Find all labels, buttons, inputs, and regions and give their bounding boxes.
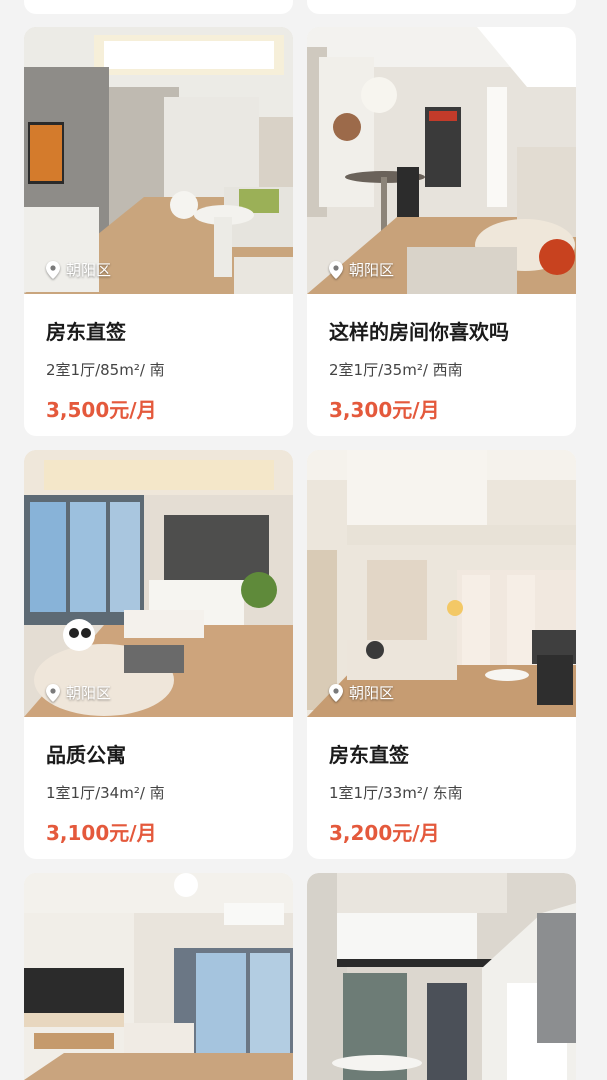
listing-photo[interactable] <box>24 873 293 1080</box>
listing-specs: 1室1厅/34m²/ 南 <box>46 784 165 802</box>
listing-photo[interactable]: 朝阳区 <box>307 450 576 717</box>
listing-price: 3,500元/月 <box>46 398 157 422</box>
listing-title: 这样的房间你喜欢吗 <box>329 320 509 344</box>
district-label: 朝阳区 <box>349 684 395 702</box>
listing-specs: 1室1厅/33m²/ 东南 <box>329 784 463 802</box>
listing-price: 3,300元/月 <box>329 398 440 422</box>
listing-title: 房东直签 <box>46 320 126 344</box>
listing-card-partial[interactable] <box>307 0 576 14</box>
location-tag: 朝阳区 <box>329 682 394 703</box>
listing-price: 3,200元/月 <box>329 821 440 845</box>
listing-photo[interactable] <box>307 873 576 1080</box>
listing-card[interactable]: 朝阳区 这样的房间你喜欢吗 2室1厅/35m²/ 西南 3,300元/月 <box>307 27 576 436</box>
district-label: 朝阳区 <box>349 261 395 279</box>
listing-specs: 2室1厅/85m²/ 南 <box>46 361 165 379</box>
listing-title: 品质公寓 <box>46 743 126 767</box>
location-pin-icon <box>46 260 60 279</box>
listing-title: 房东直签 <box>329 743 409 767</box>
district-label: 朝阳区 <box>66 261 112 279</box>
location-pin-icon <box>46 683 60 702</box>
listing-card[interactable] <box>24 873 293 1080</box>
listing-photo[interactable]: 朝阳区 <box>307 27 576 294</box>
location-pin-icon <box>329 683 343 702</box>
location-pin-icon <box>329 260 343 279</box>
location-tag: 朝阳区 <box>329 259 394 280</box>
listing-photo[interactable]: 朝阳区 <box>24 450 293 717</box>
location-tag: 朝阳区 <box>46 259 111 280</box>
listing-card[interactable] <box>307 873 576 1080</box>
listing-card-partial[interactable] <box>24 0 293 14</box>
listing-price: 3,100元/月 <box>46 821 157 845</box>
listing-photo[interactable]: 朝阳区 <box>24 27 293 294</box>
listing-card[interactable]: 朝阳区 房东直签 2室1厅/85m²/ 南 3,500元/月 <box>24 27 293 436</box>
listing-card[interactable]: 朝阳区 房东直签 1室1厅/33m²/ 东南 3,200元/月 <box>307 450 576 859</box>
location-tag: 朝阳区 <box>46 682 111 703</box>
listing-grid: 朝阳区 房东直签 2室1厅/85m²/ 南 3,500元/月 朝阳区 这样的房间… <box>0 0 607 1080</box>
listing-card[interactable]: 朝阳区 品质公寓 1室1厅/34m²/ 南 3,100元/月 <box>24 450 293 859</box>
district-label: 朝阳区 <box>66 684 112 702</box>
listing-specs: 2室1厅/35m²/ 西南 <box>329 361 463 379</box>
